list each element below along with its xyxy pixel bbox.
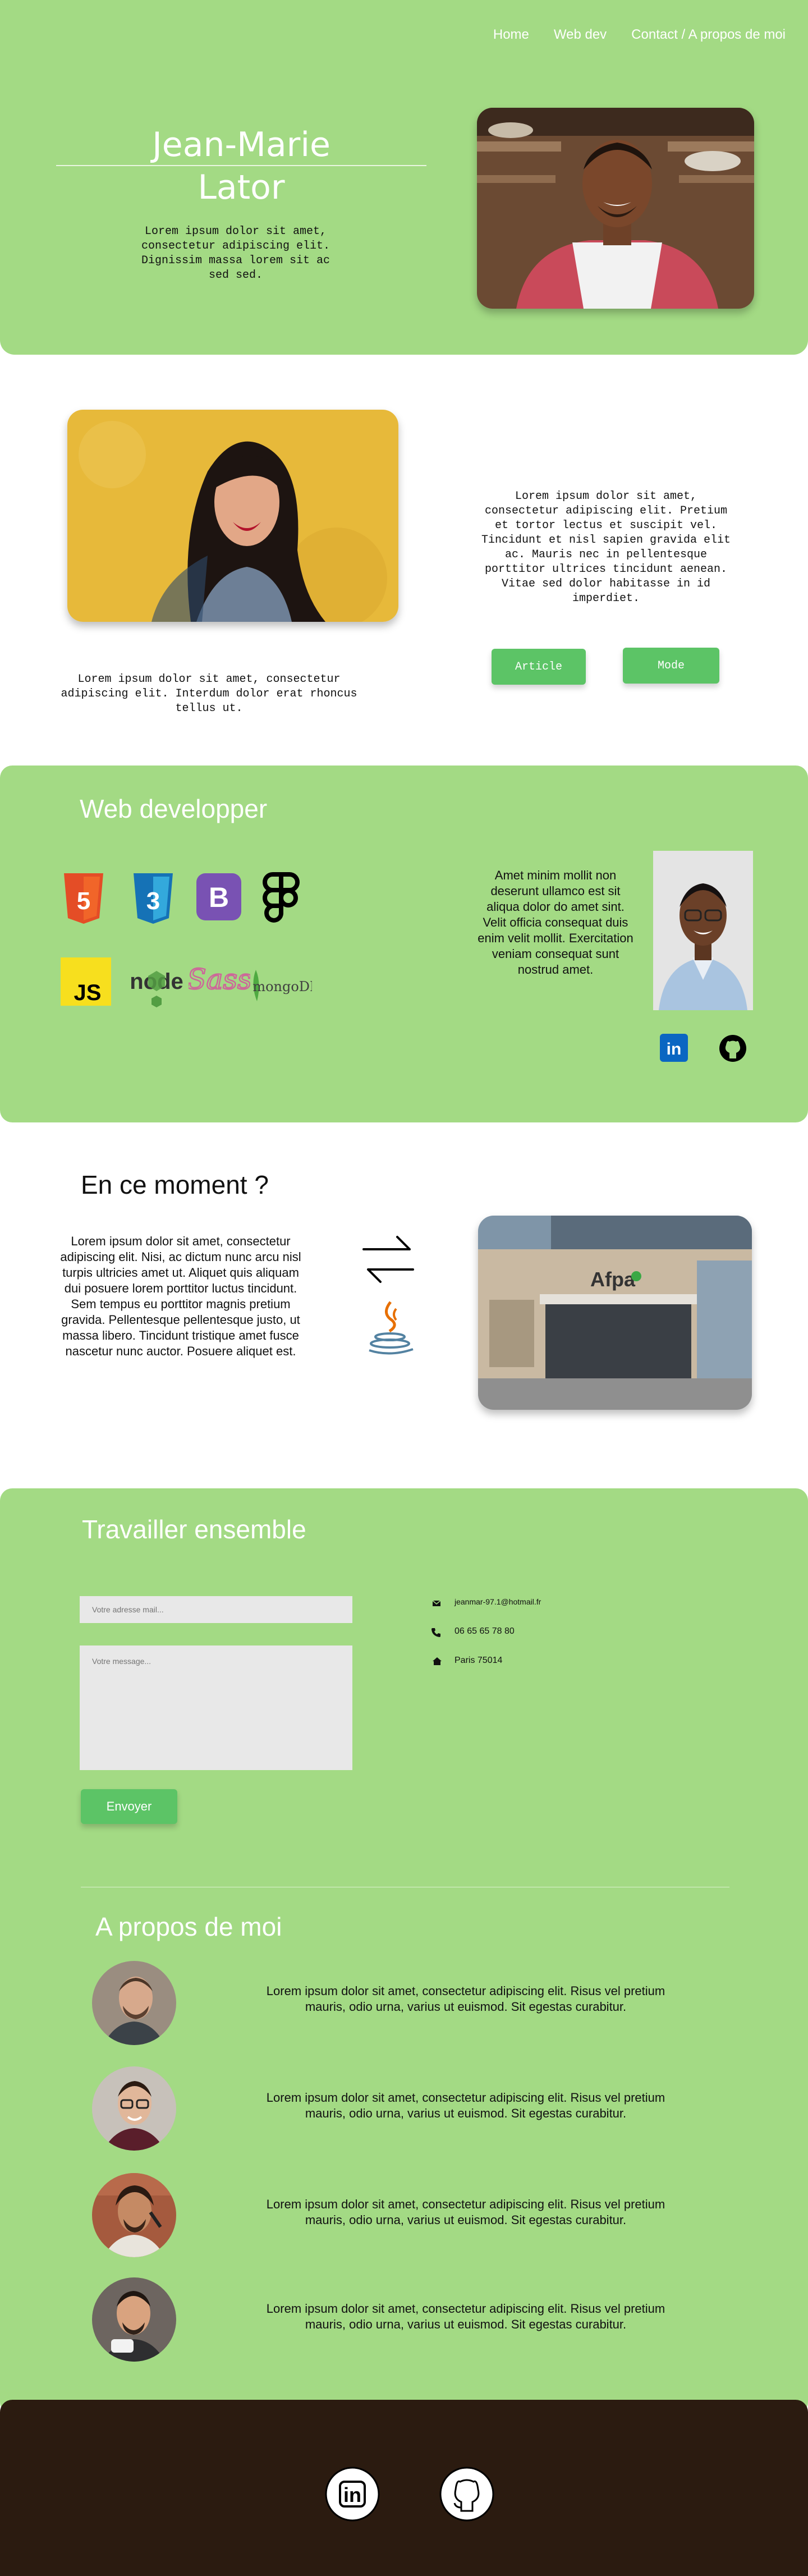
webdev-text: Amet minim mollit non deserunt ullamco e… — [478, 868, 633, 977]
contact-phone: 06 65 65 78 80 — [454, 1626, 515, 1636]
about-title: A propos de moi — [95, 1912, 282, 1941]
contact-section: Travailler ensemble Envoyer jeanmar-97.1… — [0, 1488, 808, 2414]
footer-linkedin-label: in — [343, 2483, 361, 2506]
sass-label: Sass — [189, 963, 250, 996]
webdev-portrait — [653, 851, 753, 1010]
webdev-linkedin-label: in — [667, 1040, 682, 1058]
about-item-1: Lorem ipsum dolor sit amet, consectetur … — [266, 1984, 665, 2014]
article-button[interactable]: Article — [492, 649, 586, 685]
now-title: En ce moment ? — [81, 1170, 269, 1199]
hero-portrait — [477, 108, 754, 309]
afpa-sign: Afpa — [590, 1268, 636, 1291]
hero-name: Jean-Marie Lator — [56, 123, 426, 209]
home-icon — [432, 1657, 442, 1666]
css3-label: 3 — [146, 887, 160, 915]
footer-github-icon[interactable] — [439, 2466, 495, 2522]
avatar — [92, 2066, 176, 2151]
about-item-3: Lorem ipsum dolor sit amet, consectetur … — [266, 2197, 665, 2227]
mongodb-label: mongoDB — [252, 979, 312, 994]
nodejs-icon: node — [126, 956, 187, 1010]
html5-icon: 5 — [62, 873, 105, 924]
mode-button[interactable]: Mode — [623, 648, 719, 684]
nav-home[interactable]: Home — [493, 27, 529, 42]
webdev-title: Web developper — [80, 794, 268, 823]
avatar — [92, 2277, 176, 2362]
mongodb-icon: mongoDB — [250, 966, 320, 1006]
nav-contact[interactable]: Contact / A propos de moi — [631, 27, 786, 42]
message-input[interactable] — [80, 1645, 352, 1770]
email-input[interactable] — [80, 1596, 352, 1623]
css3-icon: 3 — [131, 873, 175, 924]
send-button[interactable]: Envoyer — [81, 1789, 177, 1824]
sass-icon: Sass — [186, 951, 252, 1007]
about-item-4: Lorem ipsum dolor sit amet, consectetur … — [266, 2302, 665, 2331]
email-icon — [432, 1599, 441, 1607]
bootstrap-label: B — [209, 882, 229, 913]
contact-city: Paris 75014 — [454, 1656, 503, 1665]
footer: in — [0, 2400, 808, 2576]
webdev-section: Web developper 5 3 B JS node Sass mongoD… — [0, 766, 808, 1122]
hero-name-last: Lator — [198, 168, 285, 207]
hero-section: Home Web dev Contact / A propos de moi Jea… — [0, 0, 808, 355]
hero-text: Lorem ipsum dolor sit amet, consectetur … — [141, 225, 330, 282]
top-nav: Home Web dev Contact / A propos de moi — [469, 27, 786, 43]
footer-linkedin-icon[interactable]: in — [324, 2466, 380, 2522]
hero-name-first: Jean-Marie — [152, 125, 330, 164]
webdev-github-icon[interactable] — [718, 1034, 747, 1063]
webdev-linkedin-icon[interactable]: in — [660, 1034, 688, 1062]
avatar — [92, 2173, 176, 2257]
java-icon — [359, 1296, 421, 1358]
intro-text: Lorem ipsum dolor sit amet, consectetur … — [481, 490, 731, 605]
afpa-building-photo: Afpa — [478, 1216, 752, 1410]
phone-icon — [431, 1628, 441, 1638]
nav-web-dev[interactable]: Web dev — [554, 27, 607, 42]
arrows-exchange-icon — [358, 1232, 420, 1286]
intro-portrait — [67, 410, 398, 622]
javascript-label: JS — [74, 980, 102, 1005]
javascript-icon: JS — [61, 957, 111, 1006]
about-item-2: Lorem ipsum dolor sit amet, consectetur … — [266, 2091, 665, 2120]
intro-caption: Lorem ipsum dolor sit amet, consectetur … — [61, 673, 357, 715]
contact-email: jeanmar-97.1@hotmail.fr — [454, 1597, 541, 1606]
html5-label: 5 — [77, 887, 90, 915]
avatar — [92, 1961, 176, 2045]
contact-title: Travailler ensemble — [82, 1515, 306, 1544]
now-text: Lorem ipsum dolor sit amet, consectetur … — [60, 1234, 301, 1358]
bootstrap-icon: B — [196, 873, 241, 920]
figma-icon — [263, 872, 300, 924]
